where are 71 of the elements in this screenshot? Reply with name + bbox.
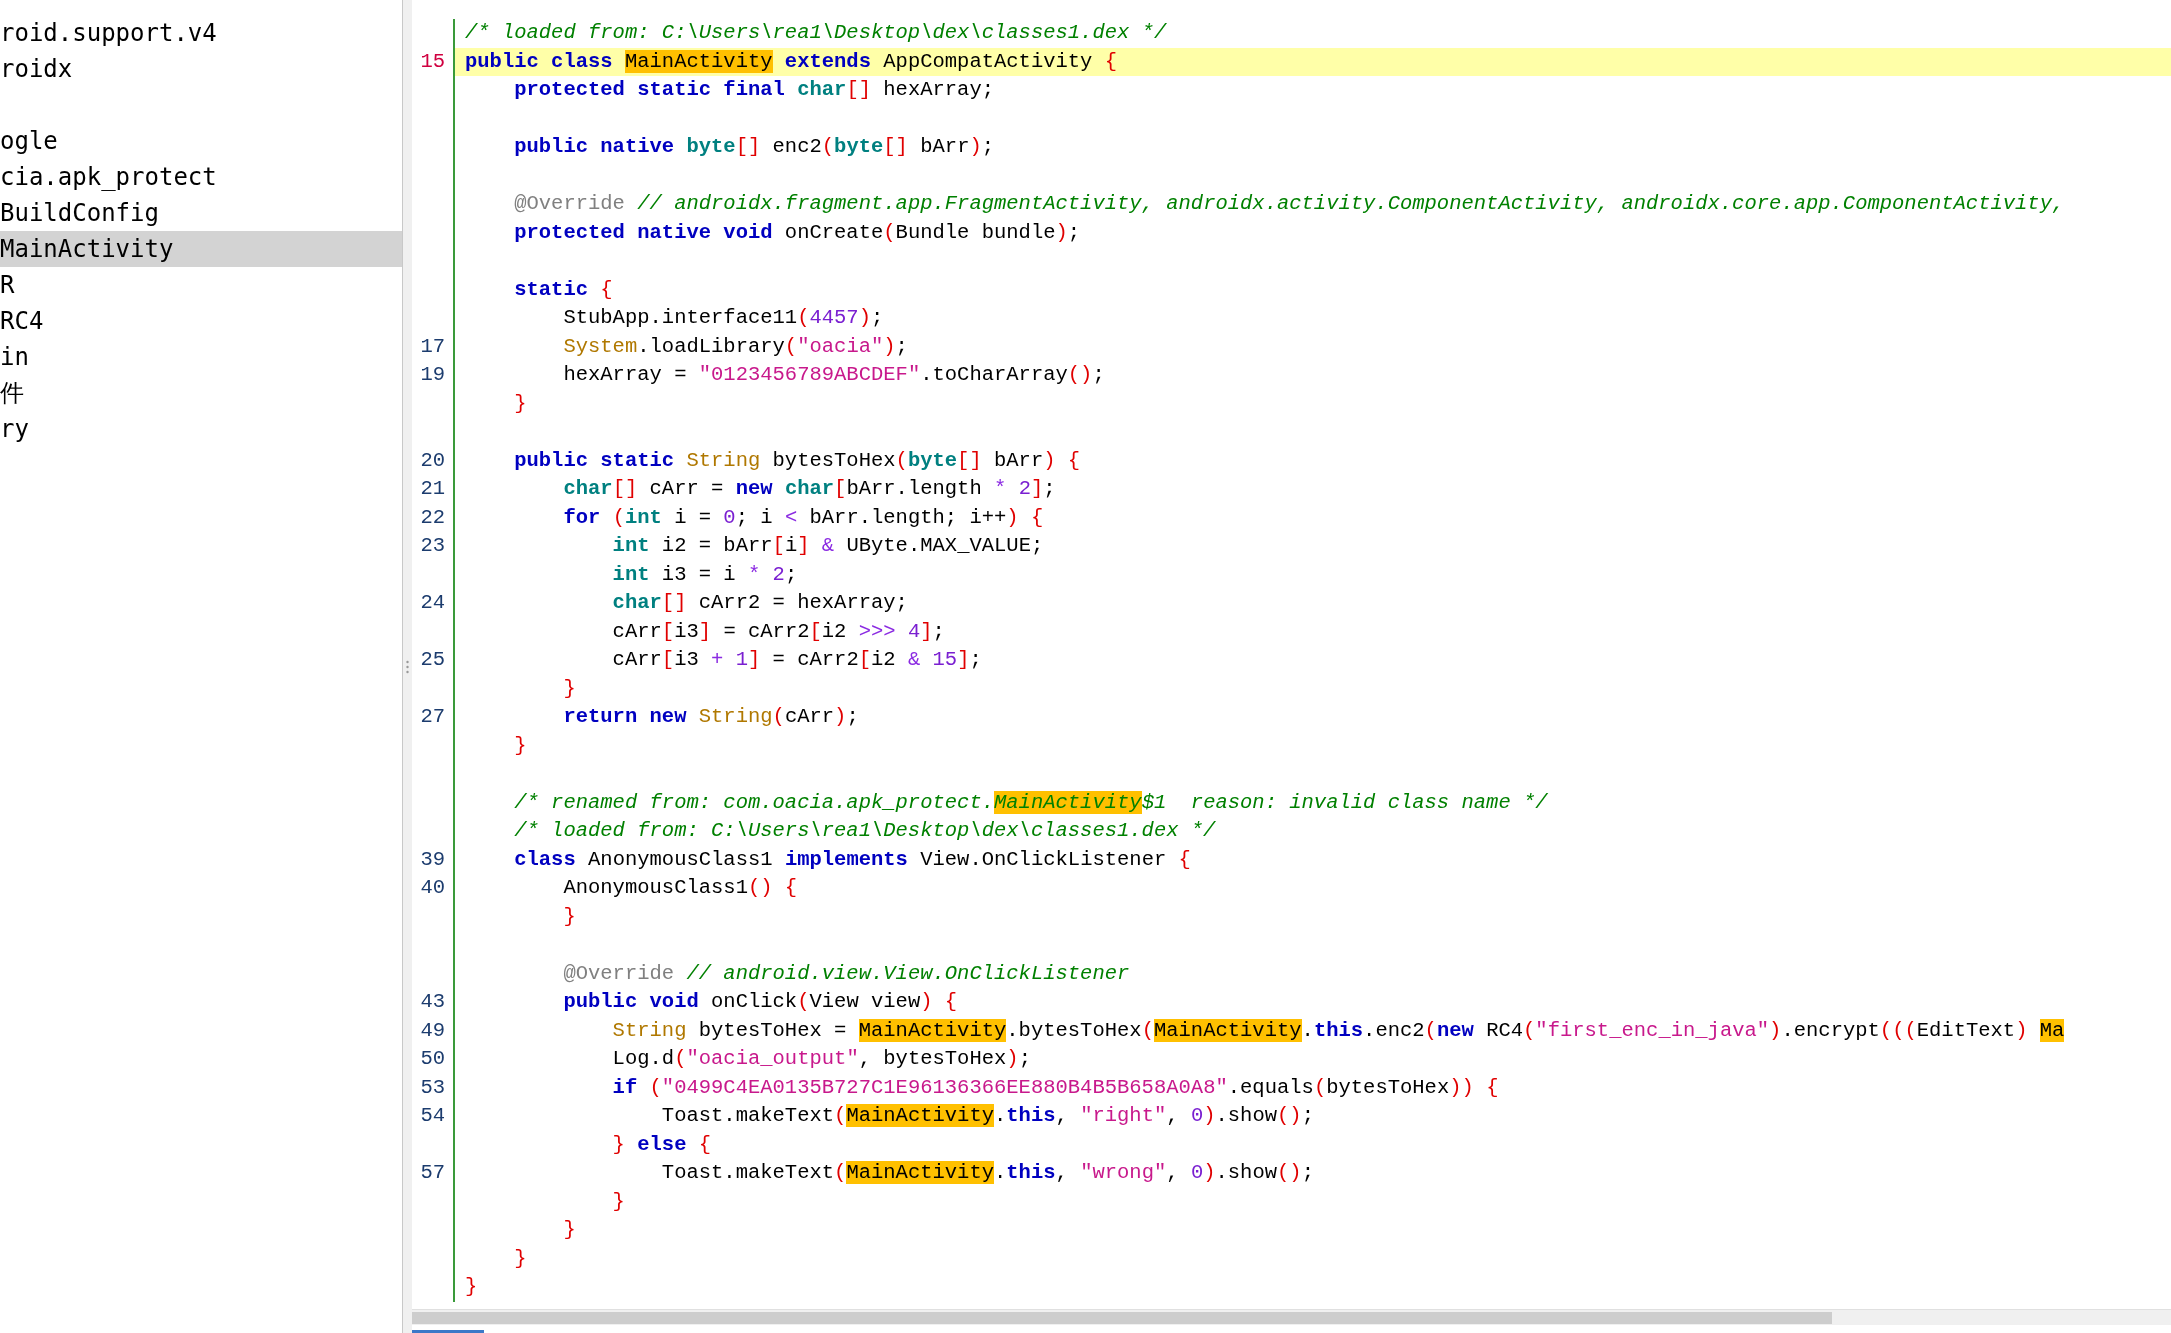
scrollbar-thumb[interactable] [412, 1311, 1832, 1324]
code-line: cArr[i3] = cArr2[i2 >>> 4]; [611, 618, 946, 645]
code-line: cArr[i3 + 1] = cArr2[i2 & 15]; [611, 647, 983, 673]
code-line: public static String bytesToHex(byte[] bArr) { [513, 447, 1082, 474]
tree-item[interactable]: ry [0, 411, 402, 447]
code-line: } [513, 390, 528, 417]
code-line: char[] cArr2 = hexArray; [611, 590, 909, 616]
code-line: } [513, 1245, 528, 1272]
tree-item[interactable]: cia.apk_protect [0, 159, 402, 195]
tree-item[interactable]: R [0, 267, 402, 303]
line-number: 27 [420, 704, 445, 730]
line-number: 43 [420, 989, 445, 1015]
code-line: class AnonymousClass1 implements View.OnClickListener { [513, 846, 1192, 873]
code-line: StubApp.interface11(4457); [562, 305, 885, 331]
code-line: } [464, 1274, 479, 1300]
grip-icon [406, 659, 409, 674]
line-number: 40 [420, 875, 445, 901]
code-line: } else { [611, 1131, 713, 1158]
code-line: @Override // androidx.fragment.app.FragmentActivity, androidx.activity.ComponentActivity, androidx.core.app.ComponentActivity, [513, 191, 2066, 217]
code-line: return new String(cArr); [562, 704, 860, 730]
splitter-handle[interactable] [403, 0, 412, 1333]
tree-item[interactable]: 件 [0, 375, 402, 411]
code-line: } [562, 675, 577, 702]
code-line: for (int i = 0; i < bArr.length; i++) { [562, 504, 1045, 531]
line-number: 19 [420, 362, 445, 388]
code-line: int i2 = bArr[i] & UByte.MAX_VALUE; [611, 533, 1045, 559]
line-number: 15 [420, 48, 445, 75]
line-number: 54 [420, 1103, 445, 1129]
code-line: int i3 = i * 2; [611, 561, 799, 588]
code-line: /* loaded from: C:\Users\rea1\Desktop\dex\classes1.dex */ [464, 20, 1168, 46]
code-line: if ("0499C4EA0135B727C1E96136366EE880B4B5B658A0A8".equals(bytesToHex)) { [611, 1074, 1500, 1101]
line-number: 17 [420, 333, 445, 360]
code-line: } [611, 1188, 626, 1215]
code-line: } [562, 903, 577, 930]
code-line: protected static final char[] hexArray; [513, 77, 995, 103]
code-line: char[] cArr = new char[bArr.length * 2]; [562, 476, 1057, 502]
tree-item[interactable]: roid.support.v4 [0, 15, 402, 51]
line-number: 21 [420, 476, 445, 502]
line-number: 25 [420, 647, 445, 673]
tree-item[interactable]: MainActivity [0, 231, 402, 267]
code-line: hexArray = "0123456789ABCDEF".toCharArray(); [562, 362, 1106, 388]
tree-item[interactable]: ogle [0, 87, 402, 159]
tree-item[interactable]: in [0, 339, 402, 375]
code-line: public native byte[] enc2(byte[] bArr); [513, 134, 996, 160]
line-number: 39 [420, 846, 445, 873]
code-line: Toast.makeText(MainActivity.this, "wrong", 0).show(); [660, 1160, 1315, 1186]
horizontal-scrollbar[interactable] [412, 1309, 2171, 1325]
code-line: Toast.makeText(MainActivity.this, "right", 0).show(); [660, 1103, 1315, 1129]
code-line: static { [513, 276, 614, 303]
code-line: } [562, 1217, 577, 1243]
line-number: 49 [420, 1017, 445, 1044]
line-number: 20 [420, 447, 445, 474]
code-line: Log.d("oacia_output", bytesToHex); [611, 1046, 1032, 1072]
line-number: 53 [420, 1074, 445, 1101]
line-number: 24 [420, 590, 445, 616]
line-number: 22 [420, 504, 445, 531]
code-line: /* loaded from: C:\Users\rea1\Desktop\dex\classes1.dex */ [513, 818, 1217, 844]
code-line: AnonymousClass1() { [562, 875, 799, 901]
code-line: } [513, 732, 528, 759]
code-line: String bytesToHex = MainActivity.bytesToHex(MainActivity.this.enc2(new RC4("first_enc_in_java").encrypt(((EditText) Ma [611, 1017, 2066, 1044]
tab-indicator [412, 1330, 484, 1333]
line-number: 23 [420, 533, 445, 559]
code-line: @Override // android.view.View.OnClickListener [562, 960, 1131, 987]
tree-item[interactable]: BuildConfig [0, 195, 402, 231]
code-line: public void onClick(View view) { [562, 989, 959, 1015]
tree-item[interactable]: roidx [0, 51, 402, 87]
line-number: 50 [420, 1046, 445, 1072]
line-number: 57 [420, 1160, 445, 1186]
code-line: protected native void onCreate(Bundle bundle); [513, 219, 1082, 246]
code-line: System.loadLibrary("oacia"); [562, 333, 909, 360]
tree-item[interactable]: RC4 [0, 303, 402, 339]
